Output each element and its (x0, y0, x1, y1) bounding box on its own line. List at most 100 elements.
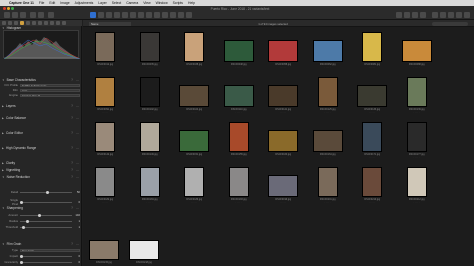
threshold-value[interactable]: 1 (72, 225, 80, 229)
menu-item-layer[interactable]: Layer (98, 1, 106, 5)
section-clarity[interactable]: ▶ Clarity ? ⋯ (2, 161, 80, 165)
rating-stars[interactable]: ····· (357, 112, 387, 114)
thumbnail-image[interactable] (268, 175, 299, 197)
viewer-icon[interactable] (432, 12, 438, 18)
rating-stars[interactable]: ····· (95, 67, 115, 69)
pan-tool-icon[interactable] (98, 12, 104, 18)
thumbnail-image[interactable] (268, 85, 299, 107)
slider-knob[interactable] (26, 219, 29, 223)
zoom-window-icon[interactable] (11, 7, 14, 10)
section-tools-icon[interactable]: ? ⋯ (71, 131, 80, 135)
image-thumbnail[interactable]: DSCF0184.jpg ····· (139, 167, 160, 205)
camera-icon[interactable] (12, 12, 18, 18)
thumbnail-image[interactable] (228, 167, 249, 197)
image-thumbnail[interactable]: DSCF0142.jpg ····· (95, 122, 116, 160)
customize-icon[interactable] (456, 12, 462, 18)
rating-stars[interactable]: ····· (140, 67, 160, 69)
rating-stars[interactable]: ····· (224, 67, 254, 69)
image-thumbnail[interactable]: DSCF0218.jpg (129, 240, 159, 266)
image-thumbnail[interactable]: DSCF0125.jpg ····· (317, 77, 338, 115)
thumbnail-image[interactable] (184, 167, 205, 197)
thumbnail-image[interactable] (95, 77, 116, 107)
rating-stars[interactable]: ····· (407, 202, 427, 204)
menu-item-adjustments[interactable]: Adjustments (75, 1, 94, 5)
rating-stars[interactable]: ····· (362, 202, 382, 204)
menu-item-app[interactable]: Capture One 11 (9, 1, 34, 5)
radius-slider[interactable] (20, 219, 72, 223)
image-thumbnail[interactable]: DSCF0189.jpg ····· (184, 167, 205, 205)
detail-slider[interactable] (20, 190, 72, 194)
single-pixel-slider[interactable] (20, 200, 72, 204)
rating-stars[interactable]: ····· (229, 202, 249, 204)
image-thumbnail[interactable]: DSCF0139.jpg ····· (406, 77, 427, 115)
menu-item-image[interactable]: Image (60, 1, 69, 5)
single-pixel-value[interactable]: 0 (72, 200, 80, 204)
image-thumbnail[interactable]: DSCF0199.jpg ····· (268, 175, 299, 205)
crop-tool-icon[interactable] (114, 12, 120, 18)
brush-tool-icon[interactable] (146, 12, 152, 18)
section-layers[interactable]: ▶ Layers ? ⋯ (2, 104, 80, 108)
thumbnail-image[interactable] (139, 122, 160, 152)
rating-stars[interactable]: ····· (140, 112, 160, 114)
thumbnail-image[interactable] (268, 130, 299, 152)
grain-granularity-value[interactable]: 0 (72, 260, 80, 264)
tab-lens-icon[interactable] (14, 21, 18, 25)
reset-icon[interactable] (48, 12, 54, 18)
spot-removal-icon[interactable] (138, 12, 144, 18)
tab-capture-icon[interactable] (8, 21, 12, 25)
close-window-icon[interactable] (3, 7, 6, 10)
thumbnail-image[interactable] (317, 167, 338, 197)
thumbnail-image[interactable] (362, 167, 383, 197)
image-thumbnail[interactable]: DSCF0062.jpg ····· (312, 40, 343, 70)
browser-icon[interactable] (440, 12, 446, 18)
image-thumbnail[interactable]: DSCF0012.jpg ····· (95, 32, 116, 70)
thumbnail-image[interactable] (357, 85, 388, 107)
section-tools-icon[interactable]: ? ⋯ (71, 175, 80, 179)
thumbnail-image[interactable] (95, 167, 116, 197)
menu-item-view[interactable]: View (143, 1, 150, 5)
section-sharpening[interactable]: ▼ Sharpening ? ⋯ (2, 206, 80, 210)
image-thumbnail[interactable]: DSCF0102.jpg ····· (139, 77, 160, 115)
tab-output-icon[interactable] (56, 21, 60, 25)
section-tools-icon[interactable]: ? ⋯ (71, 168, 80, 172)
image-thumbnail[interactable]: DSCF0210.jpg ····· (362, 167, 383, 205)
rating-stars[interactable]: ····· (179, 112, 209, 114)
image-thumbnail[interactable]: DSCF0121.jpg ····· (268, 85, 299, 115)
compare-view-icon[interactable] (404, 12, 410, 18)
image-thumbnail[interactable]: DSCF0164.jpg ····· (312, 130, 343, 160)
rating-stars[interactable]: ····· (229, 157, 249, 159)
rating-stars[interactable]: ····· (179, 157, 209, 159)
copy-adjustments-icon[interactable] (178, 12, 184, 18)
thumbnail-image[interactable] (223, 85, 254, 107)
rating-stars[interactable]: ····· (95, 157, 115, 159)
image-thumbnail[interactable]: DSCF0212.jpg ····· (406, 167, 427, 205)
cursor-tool-icon[interactable] (90, 12, 96, 18)
thumbnail-image[interactable] (179, 85, 210, 107)
rating-stars[interactable]: ····· (268, 67, 298, 69)
keystone-tool-icon[interactable] (130, 12, 136, 18)
image-thumbnail[interactable]: DSCF0155.jpg ····· (228, 122, 249, 160)
tab-adjustments-icon[interactable] (44, 21, 48, 25)
section-color-editor[interactable]: ▶ Color Editor ? ⋯ (2, 131, 80, 135)
rating-stars[interactable]: ····· (313, 67, 343, 69)
sort-select[interactable]: Name (89, 21, 131, 26)
menu-item-edit[interactable]: Edit (49, 1, 55, 5)
thumbnail-image[interactable] (312, 130, 343, 152)
rating-stars[interactable]: ····· (140, 157, 160, 159)
rating-stars[interactable]: ····· (402, 67, 432, 69)
thumbnail-image[interactable] (95, 32, 116, 62)
menu-item-select[interactable]: Select (112, 1, 121, 5)
threshold-slider[interactable] (20, 225, 72, 229)
thumbnail-image[interactable] (139, 77, 160, 107)
amount-slider[interactable] (20, 213, 72, 217)
image-thumbnail[interactable]: DSCF0058.jpg ····· (268, 40, 299, 70)
export-icon[interactable] (20, 12, 26, 18)
redo-icon[interactable] (38, 12, 44, 18)
thumbnail-image[interactable] (139, 32, 160, 62)
slider-knob[interactable] (20, 254, 23, 258)
menu-item-window[interactable]: Window (156, 1, 168, 5)
tab-metadata-icon[interactable] (50, 21, 54, 25)
thumbnail-image[interactable] (406, 77, 427, 107)
image-thumbnail[interactable]: DSCF0110.jpg ····· (223, 85, 254, 115)
search-input[interactable] (432, 21, 468, 26)
